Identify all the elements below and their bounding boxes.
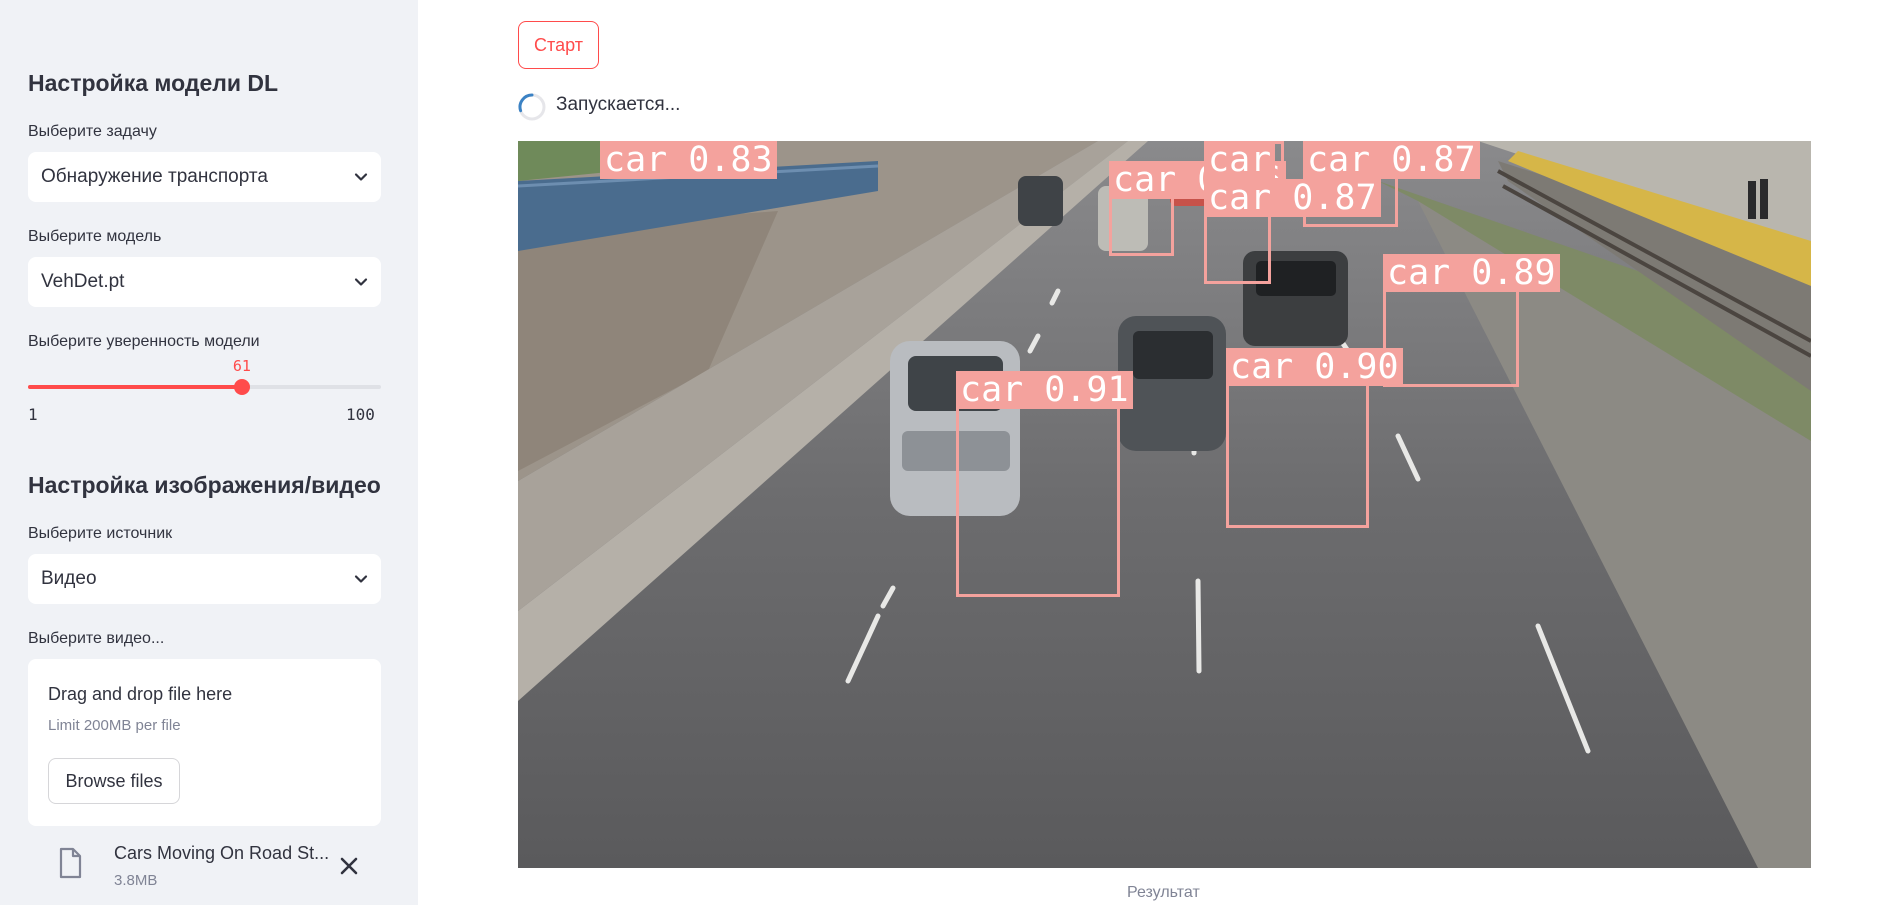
task-select-value: Обнаружение транспорта [41,166,268,187]
chevron-down-icon [354,278,368,286]
file-icon [59,847,82,879]
frame-caption: Результат [1127,884,1200,901]
model-settings-title: Настройка модели DL [28,70,279,96]
uploaded-file-name: Cars Moving On Road St... [114,843,330,863]
media-settings-title: Настройка изображения/видео [28,472,381,498]
sidebar: Настройка модели DL Выберите задачу Обна… [0,0,418,905]
source-select[interactable]: Видео [28,554,381,604]
dropzone-title: Drag and drop file here [48,684,233,704]
detection-label: car 0.87 [1204,179,1381,217]
detection-label: car 0.89 [1383,254,1560,292]
start-button[interactable]: Старт [518,21,599,69]
detection-label: car [1204,141,1276,179]
chevron-down-icon [354,575,368,583]
dropzone-limit: Limit 200MB per file [48,717,181,734]
spinner-icon [518,93,546,121]
source-select-label: Выберите источник [28,525,173,542]
confidence-value: 61 [232,357,251,375]
video-frame: car 0.83 car 0.86 car car 0.87 car 0.87 … [518,141,1811,868]
detection-label: car 0.90 [1226,348,1403,386]
confidence-slider-thumb[interactable] [233,379,250,395]
task-select-label: Выберите задачу [28,123,157,140]
detection-label: car 0.83 [600,141,777,179]
detection-label: car 0.91 [956,371,1133,409]
uploaded-file-size: 3.8MB [114,872,158,889]
status-text: Запускается... [556,94,681,115]
model-select-label: Выберите модель [28,228,162,245]
task-select[interactable]: Обнаружение транспорта [28,152,381,202]
detection-label: car 0.87 [1303,141,1480,179]
confidence-max: 100 [346,405,375,424]
model-select-value: VehDet.pt [41,271,125,292]
file-dropzone[interactable]: Drag and drop file here Limit 200MB per … [28,659,381,826]
confidence-min: 1 [28,405,38,424]
model-select[interactable]: VehDet.pt [28,257,381,307]
close-icon[interactable] [337,854,361,878]
uploaded-file: Cars Moving On Road St... 3.8MB [55,840,375,900]
video-uploader-label: Выберите видео... [28,630,165,647]
confidence-slider[interactable] [28,379,381,395]
confidence-slider-fill [28,385,242,389]
browse-files-button[interactable]: Browse files [48,758,180,804]
chevron-down-icon [354,173,368,181]
source-select-value: Видео [41,568,97,589]
confidence-slider-label: Выберите уверенность модели [28,333,260,350]
